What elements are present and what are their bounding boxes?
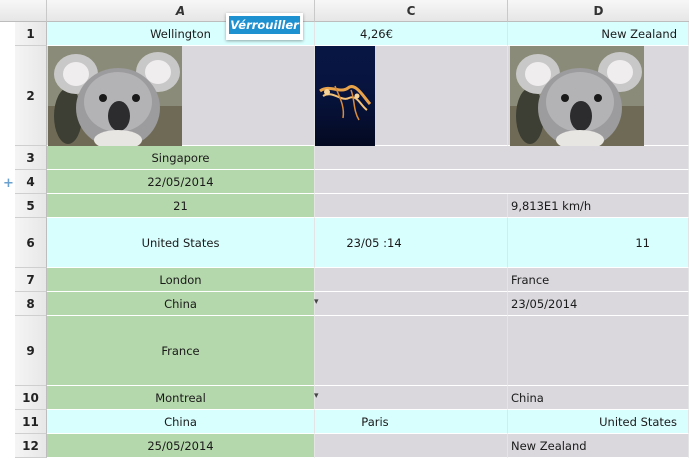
cell-d11-text: United States <box>599 414 677 429</box>
cell-a1-text: Wellington <box>150 26 211 41</box>
cell-c10[interactable] <box>315 386 508 410</box>
lock-button-label: Vérrouiller <box>229 16 300 34</box>
cell-a11-text: China <box>164 414 197 429</box>
row-header-7[interactable]: 7 <box>15 268 47 292</box>
cell-d10[interactable]: China <box>508 386 689 410</box>
cell-d8-text: 23/05/2014 <box>511 296 578 311</box>
cell-d12-text: New Zealand <box>511 439 587 453</box>
koala-image[interactable] <box>48 46 182 146</box>
cell-c7[interactable] <box>315 268 508 292</box>
cell-c6-fill <box>433 218 508 268</box>
cell-a9[interactable]: France <box>47 316 315 386</box>
spreadsheet-grid: A C D + 1 Wellington 4,26€ New Zealand 2 <box>0 0 689 458</box>
row-header-1[interactable]: 1 <box>15 22 47 46</box>
cell-d6[interactable]: 11 <box>508 218 689 268</box>
column-header-d[interactable]: D <box>508 0 689 22</box>
cell-a3[interactable]: Singapore <box>47 146 315 170</box>
row-header-10[interactable]: 10 <box>15 386 47 410</box>
corner-header[interactable] <box>0 0 47 22</box>
cell-d5[interactable]: 9,813E1 km/h <box>508 194 689 218</box>
lock-button[interactable]: Vérrouiller <box>226 13 303 40</box>
koala-image-2[interactable] <box>510 46 644 146</box>
cell-a12[interactable]: 25/05/2014 <box>47 434 315 458</box>
overflow-mark-icon: ▾ <box>314 297 319 307</box>
row-header-4[interactable]: 4 <box>15 170 47 194</box>
cell-a3-text: Singapore <box>151 150 210 165</box>
cell-c6[interactable]: 23/05 :14 <box>315 218 433 268</box>
cell-a7-text: London <box>159 272 202 287</box>
cell-c11-fill <box>435 410 508 434</box>
cell-a12-text: 25/05/2014 <box>147 439 214 453</box>
cell-c1-text: 4,26€ <box>360 26 393 41</box>
cell-d10-text: China <box>511 390 544 405</box>
row-header-3[interactable]: 3 <box>15 146 47 170</box>
cell-a7[interactable]: London <box>47 268 315 292</box>
cell-a10-text: Montreal <box>155 390 206 405</box>
row-header-8[interactable]: 8 <box>15 292 47 316</box>
cell-c4-d4[interactable] <box>315 170 689 194</box>
row-header-9[interactable]: 9 <box>15 316 47 386</box>
cell-d6-text: 11 <box>635 235 650 250</box>
overflow-mark-icon-2: ▾ <box>314 391 319 401</box>
cell-d1[interactable]: New Zealand <box>508 22 689 46</box>
cell-c9[interactable] <box>315 316 508 386</box>
cell-a5-text: 21 <box>173 198 188 213</box>
cell-a8-text: China <box>164 296 197 311</box>
cell-a6-text: United States <box>141 235 220 250</box>
cell-c6-text: 23/05 :14 <box>346 235 402 250</box>
cell-d9[interactable] <box>508 316 689 386</box>
insert-row-plus-icon[interactable]: + <box>3 176 14 191</box>
cell-c11-text: Paris <box>361 414 389 429</box>
cell-c3-d3[interactable] <box>315 146 689 170</box>
row-gutter <box>0 22 15 448</box>
cell-a4-text: 22/05/2014 <box>147 174 214 189</box>
cell-d7-text: France <box>511 272 550 287</box>
cell-a6[interactable]: United States <box>47 218 315 268</box>
cell-c8[interactable] <box>315 292 508 316</box>
row-header-2[interactable]: 2 <box>15 46 47 146</box>
cell-a11[interactable]: China <box>47 410 315 434</box>
cell-d1-text: New Zealand <box>601 26 677 41</box>
cell-a10[interactable]: Montreal <box>47 386 315 410</box>
cell-a4[interactable]: 22/05/2014 <box>47 170 315 194</box>
cell-d5-text: 9,813E1 km/h <box>511 198 592 213</box>
cell-d8[interactable]: 23/05/2014 <box>508 292 689 316</box>
cell-a5[interactable]: 21 <box>47 194 315 218</box>
cell-a8[interactable]: China <box>47 292 315 316</box>
row-header-6[interactable]: 6 <box>15 218 47 268</box>
cell-c1[interactable]: 4,26€ <box>315 22 508 46</box>
cell-c12[interactable] <box>315 434 508 458</box>
jellyfish-image[interactable] <box>315 46 375 146</box>
cell-c5[interactable] <box>315 194 508 218</box>
cell-d11[interactable]: United States <box>508 410 689 434</box>
row-header-12[interactable]: 12 <box>15 434 47 458</box>
cell-c11[interactable]: Paris <box>315 410 435 434</box>
cell-d7[interactable]: France <box>508 268 689 292</box>
row-header-11[interactable]: 11 <box>15 410 47 434</box>
cell-d12[interactable]: New Zealand <box>508 434 689 458</box>
row-header-5[interactable]: 5 <box>15 194 47 218</box>
cell-a9-text: France <box>161 343 200 358</box>
column-header-c[interactable]: C <box>315 0 508 22</box>
